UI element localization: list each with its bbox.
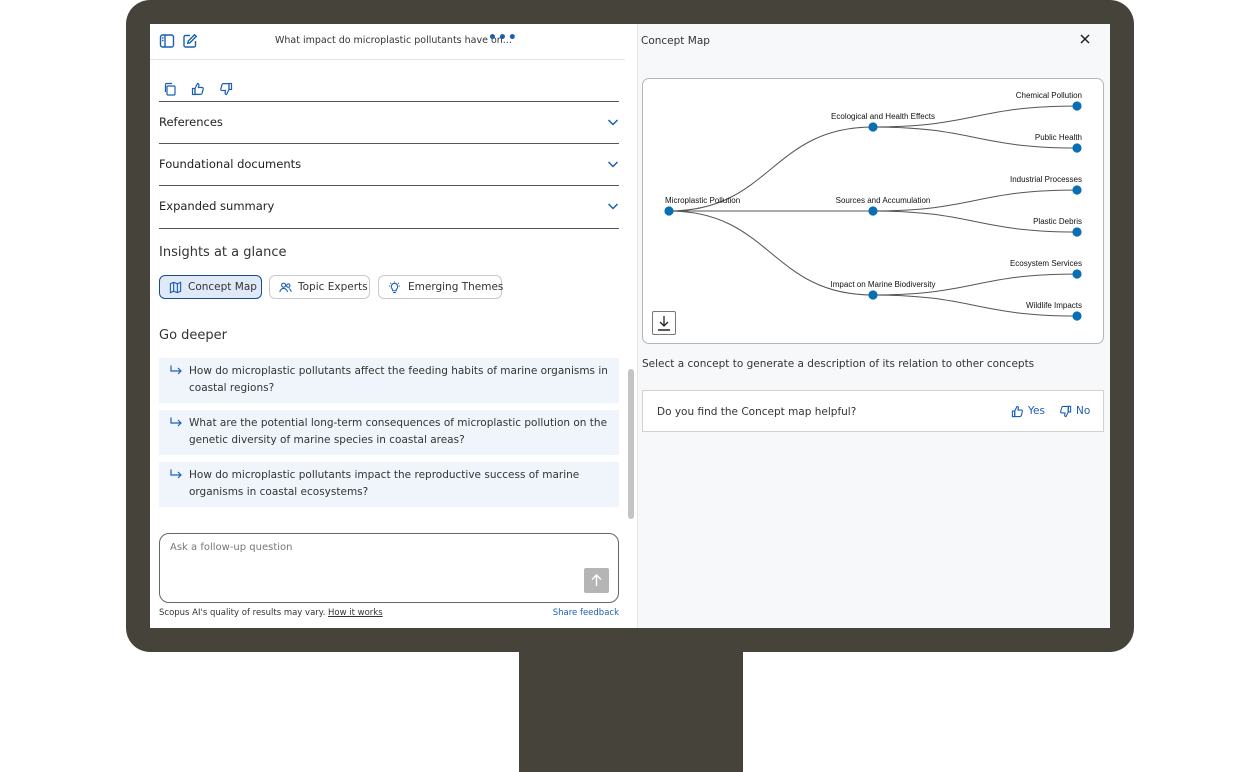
concept-label[interactable]: Impact on Marine Biodiversity [831,280,936,289]
suggested-question[interactable]: How do microplastic pollutants affect th… [159,358,619,403]
sidebar-toggle-icon[interactable] [159,33,175,49]
arrow-up-icon [591,574,602,586]
topic-experts-button[interactable]: Topic Experts [269,275,370,299]
panel-title: Concept Map [641,35,710,47]
feedback-bar: Do you find the Concept map helpful? Yes… [642,390,1104,432]
concept-node-leaf[interactable] [1072,185,1082,195]
follow-up-box [159,533,619,603]
concept-label[interactable]: Public Health [1035,133,1082,142]
concept-node-branch[interactable] [868,206,878,216]
concept-map: Microplastic Pollution Ecological and Hea… [642,78,1104,344]
chat-panel: What impact do microplastic pollutants h… [150,24,625,628]
pill-label: Topic Experts [298,281,368,293]
concept-node-leaf[interactable] [1072,101,1082,111]
map-icon [169,281,182,294]
copy-icon[interactable] [163,82,177,96]
chevron-down-icon [607,161,619,168]
send-button[interactable] [584,568,609,593]
thumbs-up-icon [1011,405,1023,418]
close-icon[interactable] [1079,33,1091,45]
thread-title: What impact do microplastic pollutants h… [275,35,512,46]
chevron-down-icon [607,203,619,210]
download-icon [658,316,670,331]
app-screen: What impact do microplastic pollutants h… [150,24,1110,628]
question-text: What are the potential long-term consequ… [189,417,608,446]
concept-node-leaf[interactable] [1072,227,1082,237]
scrollbar[interactable] [625,24,638,628]
concept-label[interactable]: Sources and Accumulation [836,196,931,205]
concept-node-branch[interactable] [868,290,878,300]
concept-label[interactable]: Ecosystem Services [1010,259,1082,268]
go-deeper-heading: Go deeper [159,328,228,343]
concept-node-root[interactable] [664,206,674,216]
disclaimer-text: Scopus AI's quality of results may vary. [159,608,326,618]
emerging-themes-button[interactable]: Emerging Themes [378,275,504,299]
concept-map-button[interactable]: Concept Map [159,275,262,299]
scrollbar-thumb[interactable] [628,369,634,519]
no-label: No [1076,405,1091,417]
disclaimer: Scopus AI's quality of results may vary.… [159,608,383,618]
concept-map-panel: Concept Map Microplastic Pollution Ecolog… [638,24,1110,628]
concept-map-hint: Select a concept to generate a descripti… [642,358,1035,370]
concept-label[interactable]: Microplastic Pollution [665,196,740,205]
pill-label: Emerging Themes [408,281,504,293]
download-button[interactable] [652,311,676,335]
concept-map-graph: Microplastic Pollution Ecological and Hea… [664,91,1082,321]
concept-node-branch[interactable] [868,122,878,132]
follow-up-arrow-icon [170,417,182,427]
chevron-down-icon [607,119,619,126]
people-icon [279,282,292,293]
follow-up-arrow-icon [170,469,182,479]
accordion-label: References [159,115,223,129]
feedback-question: Do you find the Concept map helpful? [657,406,857,418]
accordion-references[interactable]: References [159,102,619,142]
concept-label[interactable]: Wildlife Impacts [1026,301,1082,310]
suggested-question[interactable]: How do microplastic pollutants impact th… [159,462,619,507]
accordion-foundational-documents[interactable]: Foundational documents [159,144,619,184]
accordion-expanded-summary[interactable]: Expanded summary [159,186,619,226]
yes-label: Yes [1028,405,1045,417]
concept-label[interactable]: Ecological and Health Effects [831,112,935,121]
follow-up-input[interactable] [170,542,570,553]
divider [159,228,619,229]
concept-node-leaf[interactable] [1072,311,1082,321]
thumbs-down-icon[interactable] [219,82,233,96]
pill-label: Concept Map [188,281,257,293]
share-feedback-link[interactable]: Share feedback [553,608,619,618]
concept-node-leaf[interactable] [1072,269,1082,279]
concept-label[interactable]: Plastic Debris [1033,217,1082,226]
concept-node-leaf[interactable] [1072,143,1082,153]
question-text: How do microplastic pollutants affect th… [189,365,608,394]
lightbulb-icon [388,281,401,294]
follow-up-arrow-icon [170,365,182,375]
question-text: How do microplastic pollutants impact th… [189,469,580,498]
thumbs-down-icon [1060,405,1072,418]
more-options-icon[interactable]: ••• [488,30,518,46]
monitor-stand [519,652,743,772]
thumbs-up-icon[interactable] [191,82,205,96]
how-it-works-link[interactable]: How it works [328,608,383,618]
insights-heading: Insights at a glance [159,245,287,260]
suggested-question[interactable]: What are the potential long-term consequ… [159,410,619,455]
concept-label[interactable]: Industrial Processes [1010,175,1082,184]
chat-topbar: What impact do microplastic pollutants h… [150,24,625,60]
concept-label[interactable]: Chemical Pollution [1016,91,1082,100]
new-chat-edit-icon[interactable] [182,33,198,49]
accordion-label: Expanded summary [159,199,275,213]
accordion-label: Foundational documents [159,157,302,171]
